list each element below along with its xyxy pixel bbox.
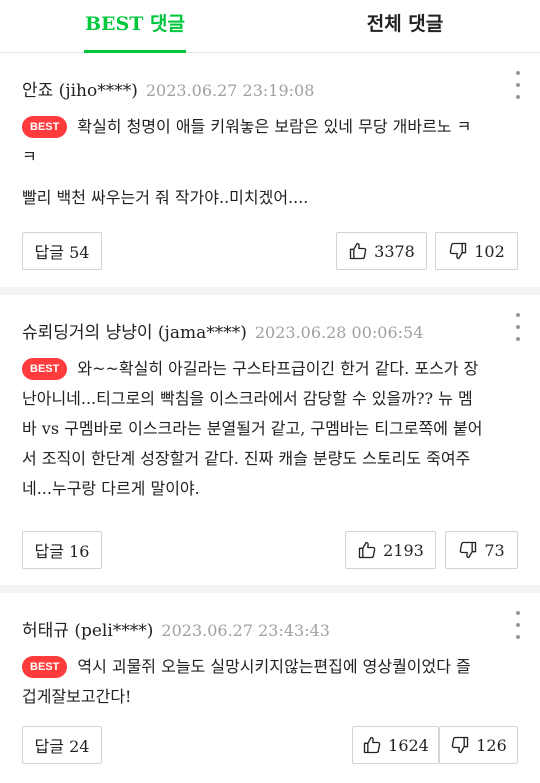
dislike-button[interactable]: 102 — [435, 232, 518, 270]
reply-button[interactable]: 답글 54 — [22, 232, 102, 270]
comment-line: 역시 괴물쥐 오늘도 실망시키지않는편집에 영상퀄이었다 즐 — [77, 657, 471, 676]
comment-author: 안죠 (jiho****) — [22, 81, 138, 101]
comment-meta: 슈뢰딩거의 냥냥이 (jama****) 2023.06.28 00:06:54 — [22, 318, 423, 343]
thumbs-down-icon — [451, 736, 469, 754]
best-badge: BEST — [22, 656, 68, 678]
comment-line: 난아니네...티그로의 빡침을 이스크라에서 감당할 수 있을까?? 뉴 멤 — [22, 389, 473, 408]
comment-text: BEST 확실히 청명이 애들 키워놓은 보람은 있네 무당 개바르노 ㅋ ㅋ 빨… — [22, 112, 518, 213]
reply-label: 답글 54 — [34, 243, 90, 262]
thumbs-down-icon — [449, 242, 467, 260]
reply-button[interactable]: 답글 24 — [22, 726, 102, 764]
comment-item: 슈뢰딩거의 냥냥이 (jama****) 2023.06.28 00:06:54 … — [0, 295, 540, 593]
like-count: 1624 — [388, 735, 429, 755]
thumbs-up-icon — [363, 736, 381, 754]
thumbs-up-icon — [349, 242, 367, 260]
dislike-button[interactable]: 126 — [439, 726, 518, 764]
more-vertical-icon[interactable] — [512, 71, 524, 99]
comment-date: 2023.06.27 23:43:43 — [161, 621, 330, 640]
like-button[interactable]: 3378 — [336, 232, 427, 270]
thumbs-up-icon — [358, 541, 376, 559]
comment-line: 확실히 청명이 애들 키워놓은 보람은 있네 무당 개바르노 ㅋ — [77, 117, 472, 136]
comment-text: BEST 와~~확실히 아길라는 구스타프급이긴 한거 같다. 포스가 장 난아니… — [22, 354, 518, 504]
dislike-count: 126 — [476, 735, 507, 755]
like-button[interactable]: 1624 — [352, 726, 439, 764]
comment-tabs: BEST 댓글 전체 댓글 — [0, 0, 540, 53]
reply-button[interactable]: 답글 16 — [22, 531, 102, 569]
comment-text: BEST 역시 괴물쥐 오늘도 실망시키지않는편집에 영상퀄이었다 즐 겁게잘보고… — [22, 652, 518, 712]
comment-item: 허태규 (peli****) 2023.06.27 23:43:43 BEST 역시… — [0, 593, 540, 778]
best-badge: BEST — [22, 116, 68, 138]
dislike-count: 102 — [474, 241, 505, 261]
like-count: 2193 — [383, 540, 424, 560]
comment-line: 와~~확실히 아길라는 구스타프급이긴 한거 같다. 포스가 장 — [77, 359, 479, 378]
like-count: 3378 — [374, 241, 415, 261]
tab-all-comments[interactable]: 전체 댓글 — [270, 0, 540, 52]
more-vertical-icon[interactable] — [512, 313, 524, 341]
like-button[interactable]: 2193 — [345, 531, 436, 569]
comment-line: 겁게잘보고간다! — [22, 687, 132, 706]
best-badge: BEST — [22, 358, 68, 380]
reply-label: 답글 24 — [34, 737, 90, 756]
comment-meta: 안죠 (jiho****) 2023.06.27 23:19:08 — [22, 76, 314, 101]
comment-date: 2023.06.28 00:06:54 — [254, 323, 424, 342]
comment-date: 2023.06.27 23:19:08 — [145, 81, 315, 100]
comment-meta: 허태규 (peli****) 2023.06.27 23:43:43 — [22, 616, 330, 641]
comment-author: 허태규 (peli****) — [22, 621, 154, 641]
more-vertical-icon[interactable] — [512, 611, 524, 639]
dislike-count: 73 — [484, 540, 505, 560]
comment-item: 안죠 (jiho****) 2023.06.27 23:19:08 BEST 확실히… — [0, 53, 540, 295]
comment-line: 네...누구랑 다르게 말이야. — [22, 479, 200, 498]
dislike-button[interactable]: 73 — [445, 531, 518, 569]
comment-line: 서 조직이 한단계 성장할거 같다. 진짜 캐슬 분량도 스토리도 죽여주 — [22, 449, 471, 468]
comment-line: ㅋ — [22, 147, 37, 166]
tab-best-comments[interactable]: BEST 댓글 — [0, 0, 270, 53]
comment-author: 슈뢰딩거의 냥냥이 (jama****) — [22, 323, 247, 343]
thumbs-down-icon — [460, 541, 477, 559]
comment-line: 바 vs 구멤바로 이스크라는 분열될거 같고, 구멤바는 티그로쪽에 붙어 — [22, 419, 483, 438]
comment-line: 빨리 백천 싸우는거 줘 작가야..미치겠어.... — [22, 188, 309, 207]
reply-label: 답글 16 — [34, 542, 90, 561]
